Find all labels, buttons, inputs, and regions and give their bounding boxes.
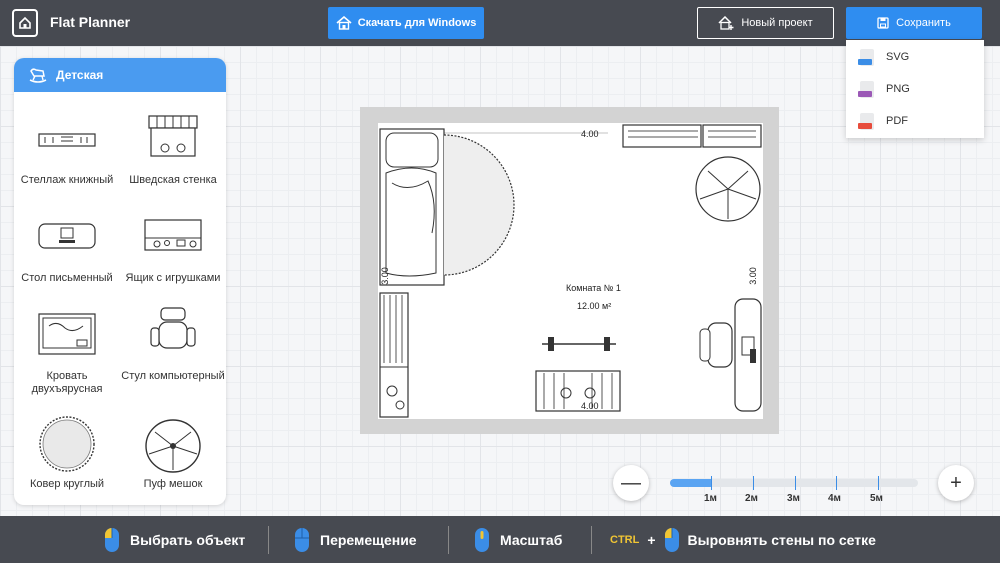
desk[interactable] — [699, 298, 762, 412]
scale-label: 1м — [704, 493, 717, 504]
dim-bottom: 4.00 — [581, 401, 599, 411]
room-floor[interactable]: 4.00 4.00 3.00 3.00 Комната № 1 12.00 м² — [378, 123, 763, 419]
hint-select-label: Выбрать объект — [130, 531, 246, 548]
mouse-wheel-icon — [475, 527, 489, 552]
save-png-label: PNG — [886, 83, 910, 95]
new-house-icon — [718, 16, 734, 30]
app-title: Flat Planner — [50, 14, 131, 30]
plus-sign: + — [647, 531, 656, 548]
room-name: Комната № 1 — [566, 283, 621, 293]
dim-top: 4.00 — [581, 129, 599, 139]
hint-scale-label: Масштаб — [500, 531, 563, 548]
tile-label: Стул компьютерный — [121, 370, 225, 382]
scale-tick — [711, 476, 712, 490]
tile-desk[interactable]: Стол письменный — [14, 208, 120, 285]
scale-label: 4м — [828, 493, 841, 504]
round-rug-icon — [39, 416, 95, 472]
zoom-out-button[interactable]: — — [613, 465, 649, 501]
mouse-left-click-icon — [105, 527, 119, 552]
hint-align-label: Выровнять стены по сетке — [687, 531, 876, 548]
save-button[interactable]: Сохранить — [846, 7, 982, 39]
tile-swedish-wall[interactable]: Шведская стенка — [120, 110, 226, 187]
hint-select: Выбрать объект — [104, 516, 245, 563]
hint-move-label: Перемещение — [320, 531, 417, 548]
barbell[interactable] — [542, 337, 616, 351]
tile-bunk-bed[interactable]: Кровать двухъярусная — [14, 306, 120, 396]
tile-label: Пуф мешок — [143, 478, 203, 490]
house-icon — [336, 16, 352, 30]
room-walls[interactable]: 4.00 4.00 3.00 3.00 Комната № 1 12.00 м² — [360, 107, 779, 434]
bookshelf-icon — [38, 133, 96, 147]
rocking-horse-icon — [29, 68, 47, 83]
bed[interactable] — [379, 128, 445, 286]
scale-tick — [836, 476, 837, 490]
mouse-left-click-icon — [664, 527, 679, 552]
scale-tick — [795, 476, 796, 490]
panel-title: Детская — [56, 68, 104, 82]
tile-label: Ящик с игрушками — [125, 272, 221, 284]
save-png-item[interactable]: PNG — [846, 74, 984, 104]
ctrl-key: CTRL — [610, 533, 640, 546]
save-menu: SVG PNG PDF — [846, 40, 984, 138]
tile-computer-chair[interactable]: Стул компьютерный — [120, 306, 226, 383]
floppy-icon — [877, 17, 889, 29]
save-pdf-item[interactable]: PDF — [846, 106, 984, 136]
save-label: Сохранить — [896, 17, 951, 29]
panel-header[interactable]: Детская — [14, 58, 226, 92]
tile-label: Стол письменный — [21, 272, 113, 284]
tile-label: Стеллаж книжный — [20, 174, 114, 186]
home-icon[interactable] — [12, 9, 38, 37]
toy-box-icon — [144, 219, 202, 251]
room-area: 12.00 м² — [577, 301, 612, 311]
hint-align: CTRL + Выровнять стены по сетке — [610, 516, 876, 563]
hint-scale: Масштаб — [474, 516, 562, 563]
scale-label: 5м — [870, 493, 883, 504]
zoom-slider[interactable] — [670, 479, 918, 487]
scale-tick — [753, 476, 754, 490]
computer-chair-icon — [150, 307, 196, 349]
new-project-label: Новый проект — [741, 17, 813, 29]
hint-move: Перемещение — [294, 516, 417, 563]
bean-bag-icon — [145, 419, 201, 473]
swedish-wall-icon — [148, 115, 198, 157]
tile-label: Шведская стенка — [129, 174, 217, 186]
room-furniture — [379, 124, 762, 418]
save-pdf-label: PDF — [886, 115, 908, 127]
save-svg-item[interactable]: SVG — [846, 42, 984, 72]
new-project-button[interactable]: Новый проект — [697, 7, 834, 39]
tile-toy-box[interactable]: Ящик с игрушками — [120, 208, 226, 285]
tile-label: Ковер круглый — [29, 478, 105, 490]
tile-bookshelf[interactable]: Стеллаж книжный — [14, 110, 120, 187]
scale-tick — [878, 476, 879, 490]
bunk-bed-icon — [38, 313, 96, 355]
download-windows-button[interactable]: Скачать для Windows — [328, 7, 484, 39]
scale-label: 2м — [745, 493, 758, 504]
zoom-slider-fill — [670, 479, 713, 487]
scale-label: 3м — [787, 493, 800, 504]
swedish-wall[interactable] — [535, 370, 621, 412]
dim-left: 3.00 — [379, 267, 390, 285]
bookshelves[interactable] — [622, 124, 762, 148]
desk-icon — [38, 223, 96, 249]
wardrobe[interactable] — [379, 292, 409, 418]
dim-right: 3.00 — [747, 267, 758, 285]
mouse-drag-icon — [295, 527, 309, 552]
bean-bag[interactable] — [695, 156, 761, 222]
tile-bean-bag[interactable]: Пуф мешок — [120, 414, 226, 491]
furniture-panel: Детская Стеллаж книжный Шведская стенка … — [14, 58, 226, 505]
save-svg-label: SVG — [886, 51, 910, 63]
download-label: Скачать для Windows — [357, 17, 477, 29]
tile-round-rug[interactable]: Ковер круглый — [14, 414, 120, 491]
round-rug[interactable] — [443, 134, 515, 276]
tile-label: Кровать двухъярусная — [31, 370, 103, 395]
zoom-in-button[interactable]: + — [938, 465, 974, 501]
